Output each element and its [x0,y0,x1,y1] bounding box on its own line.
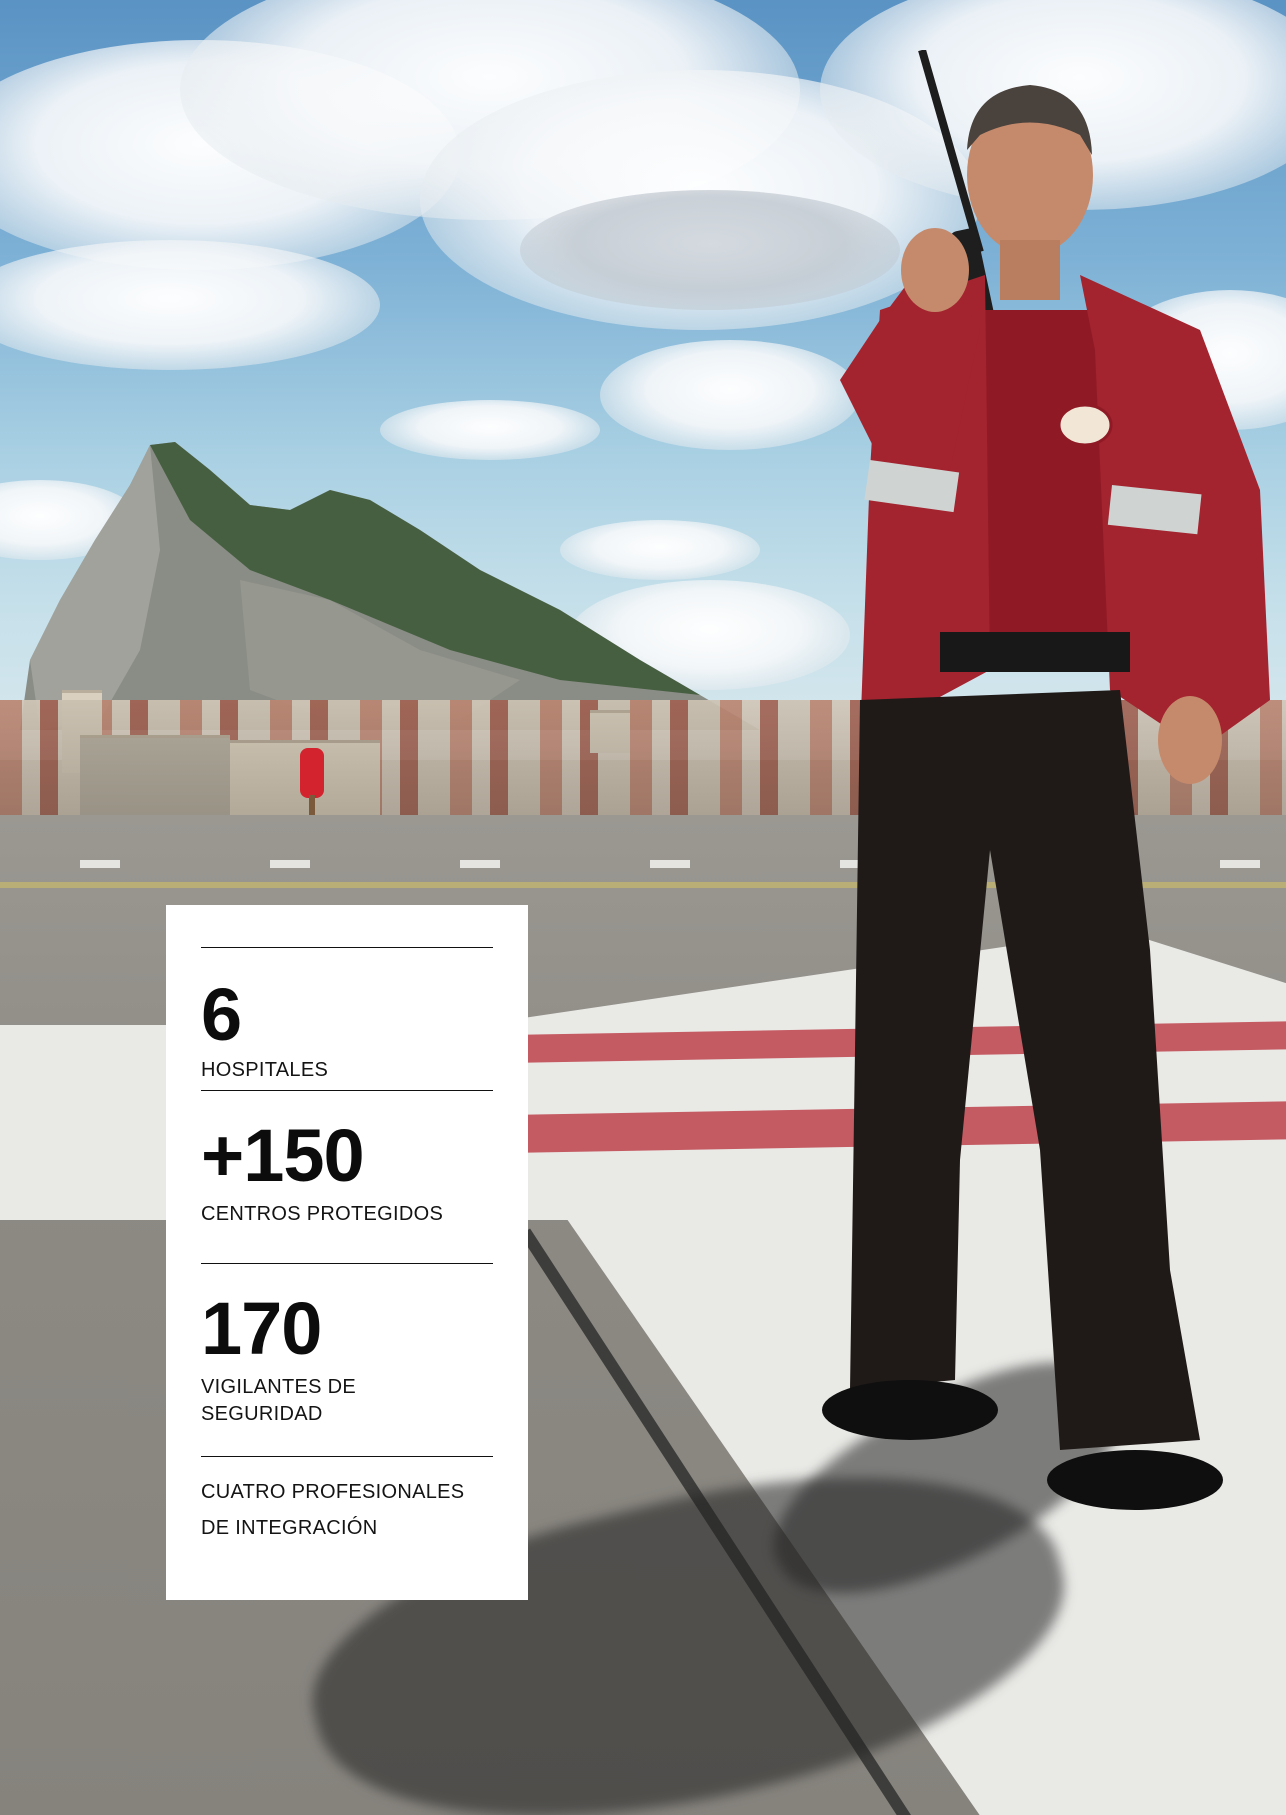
stat-value: 6 [201,973,242,1056]
stat-value: +150 [201,1114,365,1197]
stat-label: CENTROS PROTEGIDOS [201,1203,444,1225]
stat-hospitals: 6 HOSPITALES [201,947,493,1090]
stats-card: 6 HOSPITALES +150 CENTROS PROTEGIDOS 170… [166,905,528,1600]
stat-label: HOSPITALES [201,1059,329,1081]
stat-label: VIGILANTES DE SEGURIDAD [201,1376,357,1425]
stat-security-guards: 170 VIGILANTES DE SEGURIDAD [201,1263,493,1456]
security-guard [822,50,1270,1510]
stat-value: 170 [201,1287,322,1370]
stat-integration-professionals: CUATRO PROFESIONALES DE INTEGRACIÓN [201,1456,493,1546]
stat-protected-centers: +150 CENTROS PROTEGIDOS [201,1090,493,1263]
windsock [300,748,324,798]
footnote-line-1: CUATRO PROFESIONALES [201,1481,465,1503]
footnote-line-2: DE INTEGRACIÓN [201,1517,378,1539]
